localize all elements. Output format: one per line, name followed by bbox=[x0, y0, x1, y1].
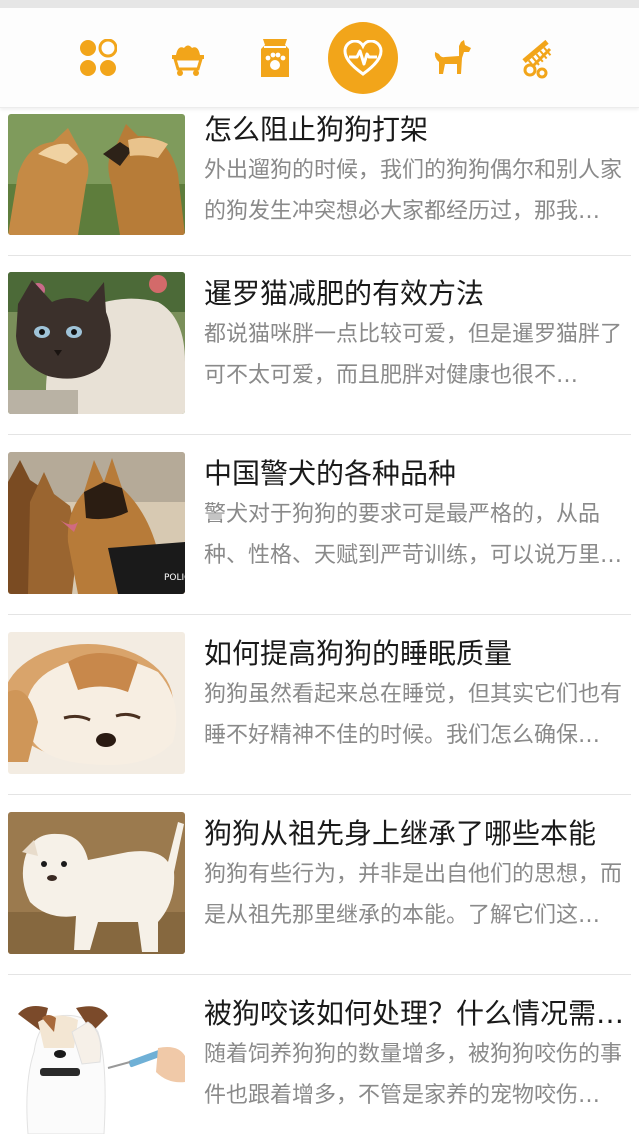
article-description: 都说猫咪胖一点比较可爱，但是暹罗猫胖了可不太可爱，而且肥胖对健康也很不… bbox=[204, 322, 623, 388]
article-item[interactable]: 狗狗从祖先身上继承了哪些本能 狗狗有些行为，并非是出自他们的思想，而是从祖先那里… bbox=[0, 808, 639, 988]
pet-cart-icon[interactable] bbox=[153, 8, 223, 108]
article-title: 如何提高狗狗的睡眠质量 bbox=[204, 637, 513, 670]
status-bar bbox=[0, 0, 639, 8]
heart-pulse-icon[interactable] bbox=[328, 8, 398, 108]
divider bbox=[8, 255, 631, 256]
category-nav-bar bbox=[0, 8, 639, 108]
article-description: 狗狗有些行为，并非是出自他们的思想，而是从祖先那里继承的本能。了解它们这… bbox=[204, 862, 623, 928]
article-item[interactable]: POLICE 中国警犬的各种品种 警犬对于狗狗的要求可是最严格的，从品种、性格、… bbox=[0, 448, 639, 628]
grid-icon[interactable] bbox=[63, 8, 133, 108]
article-list[interactable]: 怎么阻止狗狗打架 外出遛狗的时候，我们的狗狗偶尔和别人家的狗发生冲突想必大家都经… bbox=[0, 108, 639, 1136]
article-title: 被狗咬该如何处理？什么情况需… bbox=[204, 997, 625, 1030]
police-dogs-photo: POLICE bbox=[8, 452, 185, 594]
svg-text:POLICE: POLICE bbox=[164, 573, 185, 583]
pet-food-bag-icon[interactable] bbox=[240, 8, 310, 108]
divider bbox=[8, 794, 631, 795]
article-item[interactable]: 被狗咬该如何处理？什么情况需… 随着饲养狗狗的数量增多，被狗狗咬伤的事件也跟着增… bbox=[0, 988, 639, 1136]
article-description: 狗狗虽然看起来总在睡觉，但其实它们也有睡不好精神不佳的时候。我们怎么确保… bbox=[204, 682, 623, 748]
article-description: 警犬对于狗狗的要求可是最严格的，从品种、性格、天赋到严苛训练，可以说万里… bbox=[204, 502, 623, 568]
article-item[interactable]: 如何提高狗狗的睡眠质量 狗狗虽然看起来总在睡觉，但其实它们也有睡不好精神不佳的时… bbox=[0, 628, 639, 808]
divider bbox=[8, 614, 631, 615]
article-title: 狗狗从祖先身上继承了哪些本能 bbox=[204, 817, 597, 850]
article-item[interactable]: 怎么阻止狗狗打架 外出遛狗的时候，我们的狗狗偶尔和别人家的狗发生冲突想必大家都经… bbox=[0, 108, 639, 284]
divider bbox=[8, 434, 631, 435]
article-title: 中国警犬的各种品种 bbox=[204, 457, 457, 490]
fighting-puppies-photo bbox=[8, 114, 185, 235]
article-title: 怎么阻止狗狗打架 bbox=[204, 113, 429, 146]
active-tab-indicator bbox=[328, 22, 398, 94]
article-title: 暹罗猫减肥的有效方法 bbox=[204, 277, 485, 310]
article-description: 随着饲养狗狗的数量增多，被狗狗咬伤的事件也跟着增多，不管是家养的宠物咬伤… bbox=[204, 1042, 623, 1108]
divider bbox=[8, 974, 631, 975]
white-puppy-photo bbox=[8, 812, 185, 954]
article-item[interactable]: 暹罗猫减肥的有效方法 都说猫咪胖一点比较可爱，但是暹罗猫胖了可不太可爱，而且肥胖… bbox=[0, 268, 639, 448]
dog-icon[interactable] bbox=[417, 8, 487, 108]
siamese-cat-photo bbox=[8, 272, 185, 414]
dog-vaccine-photo bbox=[8, 992, 185, 1134]
grooming-comb-icon[interactable] bbox=[506, 8, 576, 108]
sleeping-puppy-photo bbox=[8, 632, 185, 774]
article-description: 外出遛狗的时候，我们的狗狗偶尔和别人家的狗发生冲突想必大家都经历过，那我… bbox=[204, 158, 623, 224]
